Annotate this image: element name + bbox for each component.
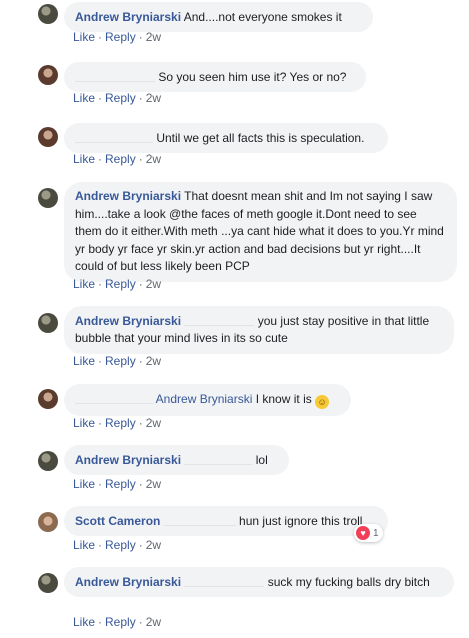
like-button[interactable]: Like [73,30,95,44]
timestamp[interactable]: 2w [146,91,161,105]
comment-bubble: Andrew Bryniarski I know it is ☺ [64,384,351,416]
comment-actions: Like · Reply · 2w [73,354,162,368]
avatar[interactable] [38,65,58,85]
comment-actions: Like · Reply · 2w [73,277,162,291]
comment-actions: Like · Reply · 2w [73,416,162,430]
comment-actions: Like · Reply · 2w [73,30,162,44]
timestamp[interactable]: 2w [146,538,161,552]
comment-text: Until we get all facts this is speculati… [156,131,365,145]
avatar[interactable] [38,512,58,532]
reply-button[interactable]: Reply [105,30,136,44]
comment-actions: Like · Reply · 2w [73,152,162,166]
heart-icon: ♥ [356,526,370,540]
timestamp[interactable]: 2w [146,277,161,291]
like-button[interactable]: Like [73,152,95,166]
comment-bubble: Andrew Bryniarski you just stay positive… [64,306,454,354]
avatar[interactable] [38,127,58,147]
redacted-name [184,454,253,465]
like-button[interactable]: Like [73,416,95,430]
comment-text: So you seen him use it? Yes or no? [158,70,347,84]
timestamp[interactable]: 2w [146,615,161,629]
like-button[interactable]: Like [73,615,95,629]
comment-author[interactable]: Andrew Bryniarski [75,189,181,203]
comment-text: And....not everyone smokes it [183,10,342,24]
reply-button[interactable]: Reply [105,538,136,552]
reply-button[interactable]: Reply [105,91,136,105]
comment-bubble: Scott Cameron hun just ignore this troll [64,506,388,536]
comment-bubble: Andrew Bryniarski suck my fucking balls … [64,567,454,597]
comment-actions: Like · Reply · 2w [73,615,162,629]
reply-button[interactable]: Reply [105,615,136,629]
comment-bubble: Until we get all facts this is speculati… [64,123,388,153]
comment-actions: Like · Reply · 2w [73,91,162,105]
timestamp[interactable]: 2w [146,30,161,44]
like-button[interactable]: Like [73,477,95,491]
comment-actions: Like · Reply · 2w [73,538,162,552]
redacted-name [184,576,265,587]
timestamp[interactable]: 2w [146,416,161,430]
timestamp[interactable]: 2w [146,354,161,368]
comment-author[interactable]: Scott Cameron [75,514,160,528]
timestamp[interactable]: 2w [146,152,161,166]
comment-author[interactable]: Andrew Bryniarski [75,575,181,589]
like-button[interactable]: Like [73,91,95,105]
comment-text: lol [255,453,268,467]
avatar[interactable] [38,451,58,471]
avatar[interactable] [38,313,58,333]
redacted-name [163,515,236,526]
comment-bubble: So you seen him use it? Yes or no? [64,62,366,92]
redacted-name [75,393,153,404]
like-button[interactable]: Like [73,538,95,552]
comment-author[interactable]: Andrew Bryniarski [75,10,181,24]
comment-author[interactable]: Andrew Bryniarski [75,314,181,328]
reply-button[interactable]: Reply [105,477,136,491]
like-button[interactable]: Like [73,277,95,291]
comment-bubble: Andrew Bryniarski lol [64,445,289,475]
comment-text: suck my fucking balls dry bitch [267,575,430,589]
reply-button[interactable]: Reply [105,354,136,368]
avatar[interactable] [38,389,58,409]
comment-bubble: Andrew Bryniarski And....not everyone sm… [64,2,373,32]
redacted-name [75,132,153,143]
reply-button[interactable]: Reply [105,152,136,166]
mention-link[interactable]: Andrew Bryniarski [156,392,253,406]
avatar[interactable] [38,188,58,208]
comment-bubble: Andrew Bryniarski That doesnt mean shit … [64,182,457,282]
comment-actions: Like · Reply · 2w [73,477,162,491]
redacted-name [75,71,155,82]
reaction-summary[interactable]: ♥ 1 [354,524,383,542]
reply-button[interactable]: Reply [105,277,136,291]
comment-text: I know it is [255,392,312,406]
smile-emoji-icon: ☺ [315,395,330,409]
reply-button[interactable]: Reply [105,416,136,430]
timestamp[interactable]: 2w [146,477,161,491]
like-button[interactable]: Like [73,354,95,368]
comment-text: hun just ignore this troll [239,514,363,528]
reaction-count: 1 [373,527,379,539]
comment-author[interactable]: Andrew Bryniarski [75,453,181,467]
avatar[interactable] [38,4,58,24]
avatar[interactable] [38,573,58,593]
redacted-name [184,315,255,326]
